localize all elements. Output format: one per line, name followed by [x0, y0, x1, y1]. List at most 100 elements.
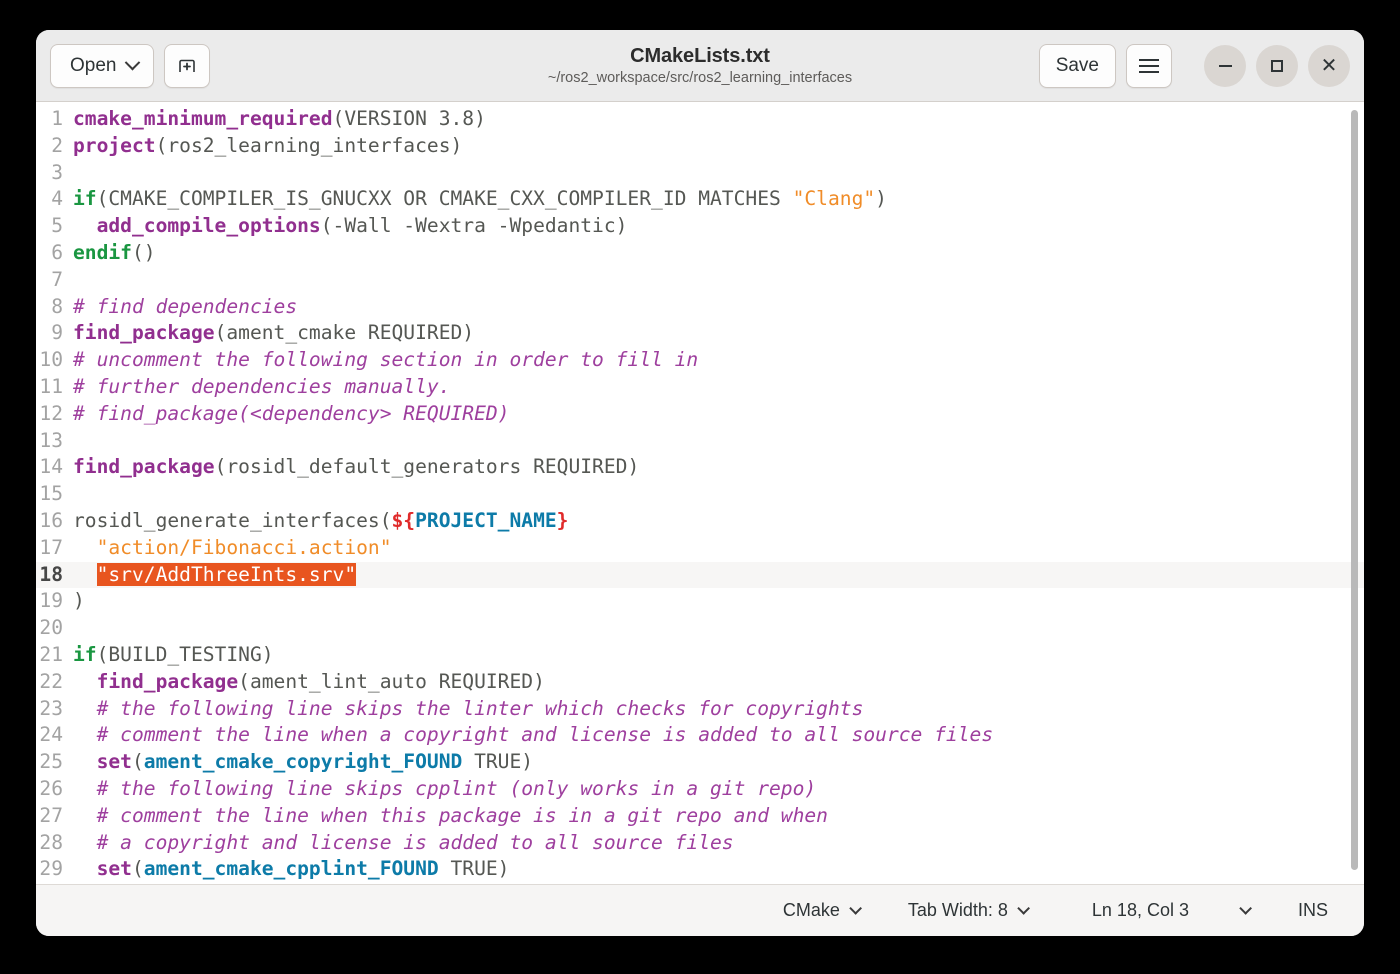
open-button[interactable]: Open: [50, 43, 155, 88]
code-token-plain: (): [131, 240, 156, 264]
code-line[interactable]: 30 ament_lint_auto_find_test_dependencie…: [36, 883, 1364, 884]
headerbar-right-actions: Save ✕: [1038, 43, 1350, 88]
code-line-text: ament_lint_auto_find_test_dependencies(): [72, 883, 1364, 884]
code-line-text: set(ament_cmake_copyright_FOUND TRUE): [72, 749, 1364, 776]
code-line-text: # further dependencies manually.: [72, 374, 1364, 401]
status-bar: CMake Tab Width: 8 Ln 18, Col 3 INS: [36, 884, 1364, 936]
main-menu-button[interactable]: [1126, 43, 1172, 88]
code-line[interactable]: 13: [36, 428, 1364, 455]
code-token-plain: (BUILD_TESTING): [96, 642, 274, 666]
chevron-down-icon: [849, 902, 862, 915]
insert-mode-label: INS: [1297, 900, 1328, 920]
vertical-scrollbar[interactable]: [1351, 110, 1358, 870]
chevron-down-icon: [1239, 902, 1252, 915]
code-line[interactable]: 16 rosidl_generate_interfaces(${PROJECT_N…: [36, 508, 1364, 535]
line-number: 26: [39, 776, 63, 800]
code-line[interactable]: 5 add_compile_options(-Wall -Wextra -Wpe…: [36, 213, 1364, 240]
maximize-button[interactable]: [1256, 44, 1298, 87]
line-number: 11: [39, 374, 63, 398]
code-lines-container[interactable]: 1 cmake_minimum_required(VERSION 3.8) 2 pro…: [36, 102, 1364, 884]
code-line-text: find_package(ament_lint_auto REQUIRED): [72, 669, 1364, 696]
line-number: 29: [39, 857, 63, 881]
code-line[interactable]: 1 cmake_minimum_required(VERSION 3.8): [36, 106, 1364, 133]
line-number: 21: [39, 642, 63, 666]
line-number: 24: [39, 723, 63, 747]
headerbar-left-actions: Open: [50, 43, 211, 88]
code-line[interactable]: 27 # comment the line when this package …: [36, 803, 1364, 830]
code-token-cm: # a copyright and license is added to al…: [96, 830, 734, 854]
language-label: CMake: [782, 900, 840, 920]
code-token-fn: find_package: [73, 455, 215, 479]
new-tab-button[interactable]: [164, 43, 211, 88]
line-number: 25: [39, 750, 63, 774]
line-number: 8: [51, 294, 63, 318]
line-number: 3: [51, 160, 63, 184]
code-line[interactable]: 21 if(BUILD_TESTING): [36, 642, 1364, 669]
code-line[interactable]: 19): [36, 588, 1364, 615]
code-line[interactable]: 20: [36, 615, 1364, 642]
maximize-icon: [1271, 59, 1283, 72]
code-line-text: # the following line skips the linter wh…: [72, 696, 1364, 723]
code-line[interactable]: 6 endif(): [36, 240, 1364, 267]
code-line[interactable]: 8 # find dependencies: [36, 294, 1364, 321]
code-token-var: ament_cmake_copyright_FOUND: [143, 750, 463, 774]
code-line[interactable]: 4 if(CMAKE_COMPILER_IS_GNUCXX OR CMAKE_CX…: [36, 186, 1364, 213]
code-line[interactable]: 23 # the following line skips the linter…: [36, 696, 1364, 723]
code-token-sel: "srv/AddThreeInts.srv": [96, 562, 357, 586]
code-token-fn: find_package: [73, 321, 215, 345]
code-token-kw: if: [73, 642, 97, 666]
code-line[interactable]: 12 # find_package(<dependency> REQUIRED): [36, 401, 1364, 428]
code-token-plain: ): [73, 589, 85, 613]
line-number: 7: [51, 267, 63, 291]
code-line[interactable]: 25 set(ament_cmake_copyright_FOUND TRUE): [36, 749, 1364, 776]
code-line[interactable]: 7: [36, 267, 1364, 294]
code-line[interactable]: 10 # uncomment the following section in o…: [36, 347, 1364, 374]
code-line[interactable]: 14 find_package(rosidl_default_generators…: [36, 454, 1364, 481]
window-headerbar: Open CMakeLists.txt ~/ros2_workspace/src…: [36, 30, 1364, 102]
language-selector[interactable]: CMake: [773, 896, 868, 925]
code-line[interactable]: 26 # the following line skips cpplint (o…: [36, 776, 1364, 803]
code-line[interactable]: 15: [36, 481, 1364, 508]
code-line[interactable]: 22 find_package(ament_lint_auto REQUIRED…: [36, 669, 1364, 696]
code-line[interactable]: 24 # comment the line when a copyright a…: [36, 722, 1364, 749]
code-token-plain: ): [875, 187, 887, 211]
code-line[interactable]: 18 "srv/AddThreeInts.srv": [36, 561, 1364, 589]
code-line[interactable]: 2 project(ros2_learning_interfaces): [36, 133, 1364, 160]
code-line-text: if(BUILD_TESTING): [72, 642, 1364, 669]
code-line-text: # find dependencies: [72, 294, 1364, 321]
code-line-text: ): [72, 588, 1364, 615]
code-line[interactable]: 9 find_package(ament_cmake REQUIRED): [36, 320, 1364, 347]
close-button[interactable]: ✕: [1308, 44, 1350, 87]
code-line-text: # the following line skips cpplint (only…: [72, 776, 1364, 803]
line-number: 15: [39, 482, 63, 506]
hamburger-menu-icon: [1139, 58, 1159, 73]
code-line[interactable]: 11 # further dependencies manually.: [36, 374, 1364, 401]
code-line[interactable]: 17 "action/Fibonacci.action": [36, 535, 1364, 562]
line-number: 30: [36, 883, 72, 884]
code-line-text: find_package(ament_cmake REQUIRED): [72, 320, 1364, 347]
code-line[interactable]: 3: [36, 160, 1364, 187]
save-button[interactable]: Save: [1038, 43, 1116, 88]
code-token-cm: # the following line skips the linter wh…: [96, 696, 864, 720]
code-line[interactable]: 29 set(ament_cmake_cpplint_FOUND TRUE): [36, 856, 1364, 883]
code-token-plain: (VERSION 3.8): [332, 107, 486, 130]
code-line[interactable]: 28 # a copyright and license is added to…: [36, 830, 1364, 857]
minimize-button[interactable]: [1204, 44, 1246, 87]
new-tab-icon: [179, 59, 196, 72]
tab-width-label: Tab Width: 8: [907, 900, 1008, 920]
code-line-text: if(CMAKE_COMPILER_IS_GNUCXX OR CMAKE_CXX…: [72, 186, 1364, 213]
code-editor-area[interactable]: 1 cmake_minimum_required(VERSION 3.8) 2 pro…: [36, 102, 1364, 884]
line-number: 16: [39, 508, 63, 532]
code-token-str: "action/Fibonacci.action": [96, 535, 392, 559]
cursor-position-menu-button[interactable]: [1229, 902, 1258, 919]
page-title: CMakeLists.txt: [630, 45, 770, 67]
code-token-plain: TRUE): [462, 750, 534, 774]
tab-width-selector[interactable]: Tab Width: 8: [898, 896, 1036, 925]
code-token-cm: # find dependencies: [73, 294, 298, 318]
line-number: 27: [39, 803, 63, 827]
